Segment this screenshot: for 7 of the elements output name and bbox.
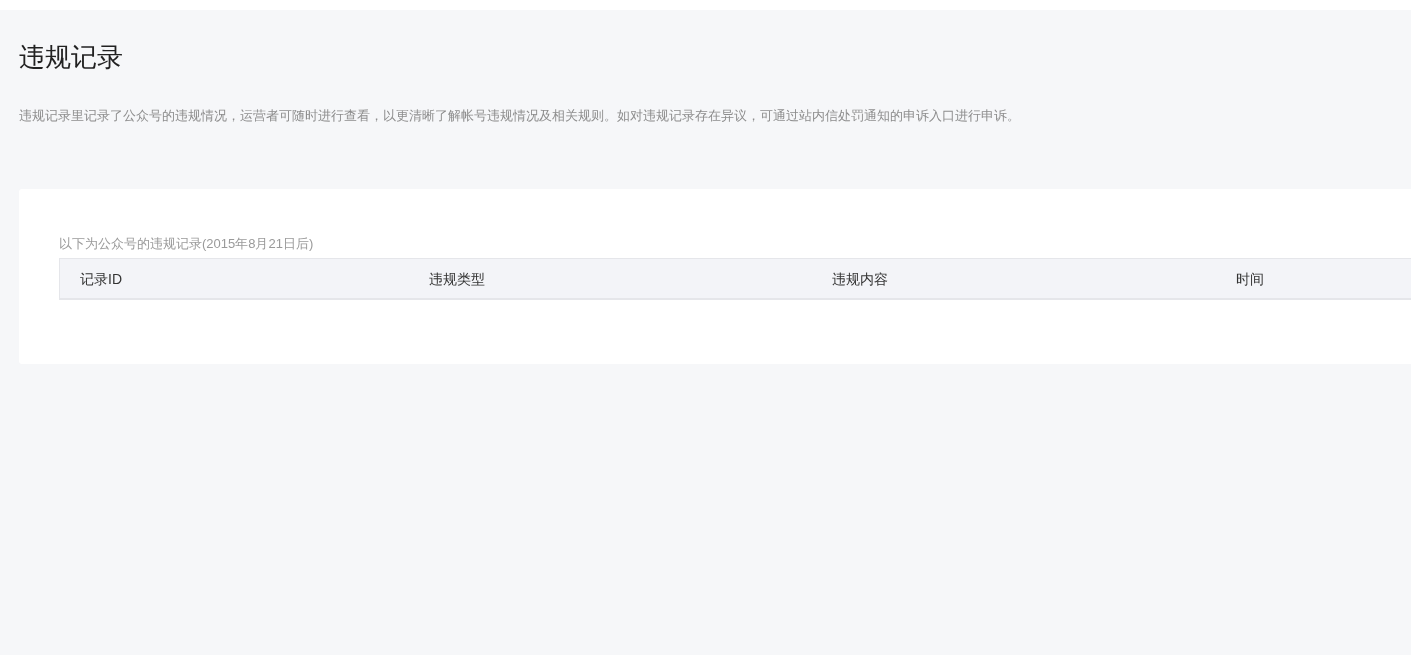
column-header: 记录ID [80, 270, 122, 287]
page-title: 违规记录 [19, 41, 123, 74]
column-header: 违规类型 [429, 270, 485, 287]
column-header: 时间 [1236, 270, 1264, 287]
page-description: 违规记录里记录了公众号的违规情况，运营者可随时进行查看，以更清晰了解帐号违规情况及相关规则。如对违规记录存在异议，可通过站内信处罚通知的申诉入口进行申诉。 [19, 107, 1020, 125]
records-caption: 以下为公众号的违规记录(2015年8月21日后) [59, 235, 314, 253]
column-header: 违规内容 [832, 270, 888, 287]
